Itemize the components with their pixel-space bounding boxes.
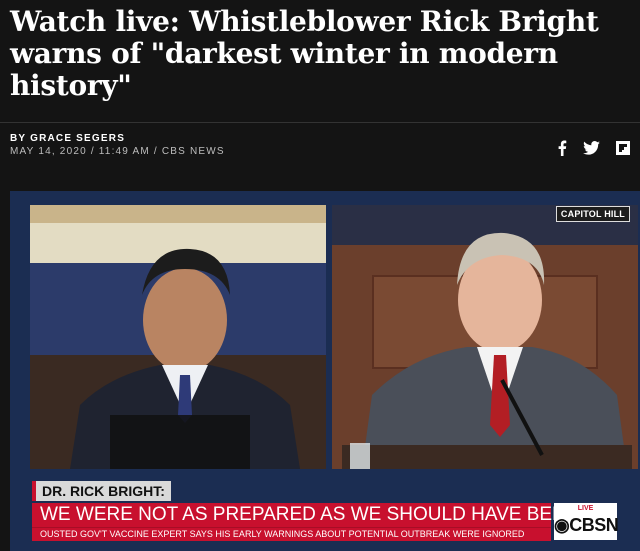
network-logo: LIVE ◉CBSN <box>554 503 619 540</box>
publish-meta: MAY 14, 2020 / 11:49 AM / CBS NEWS <box>10 146 225 157</box>
rick-bright-figure <box>342 215 632 469</box>
facebook-icon[interactable] <box>557 140 567 161</box>
lower-third-chyron: DR. RICK BRIGHT: WE WERE NOT AS PREPARED… <box>32 481 619 541</box>
share-bar <box>557 140 630 161</box>
chyron-subline: OUSTED GOV'T VACCINE EXPERT SAYS HIS EAR… <box>32 527 551 541</box>
cbsn-logo-text: ◉CBSN <box>554 515 619 535</box>
article-title: Watch live: Whistleblower Rick Bright wa… <box>10 5 599 102</box>
congressman-figure <box>50 225 320 469</box>
location-tag: CAPITOL HILL <box>555 206 630 222</box>
right-camera-feed <box>332 205 638 469</box>
byline[interactable]: BY GRACE SEGERS <box>10 133 125 144</box>
cbs-eye-icon: ◉ <box>554 515 570 535</box>
twitter-icon[interactable] <box>583 141 600 160</box>
video-player[interactable]: CAPITOL HILL DR. RICK BRIGHT: WE WERE NO… <box>10 191 640 551</box>
article-header: Watch live: Whistleblower Rick Bright wa… <box>0 0 640 190</box>
header-divider <box>0 122 640 123</box>
speaker-name: DR. RICK BRIGHT: <box>32 481 171 501</box>
chyron-headline: WE WERE NOT AS PREPARED AS WE SHOULD HAV… <box>32 503 578 527</box>
flipboard-icon[interactable] <box>616 141 630 160</box>
live-label: LIVE <box>577 505 594 512</box>
left-camera-feed <box>30 205 326 469</box>
